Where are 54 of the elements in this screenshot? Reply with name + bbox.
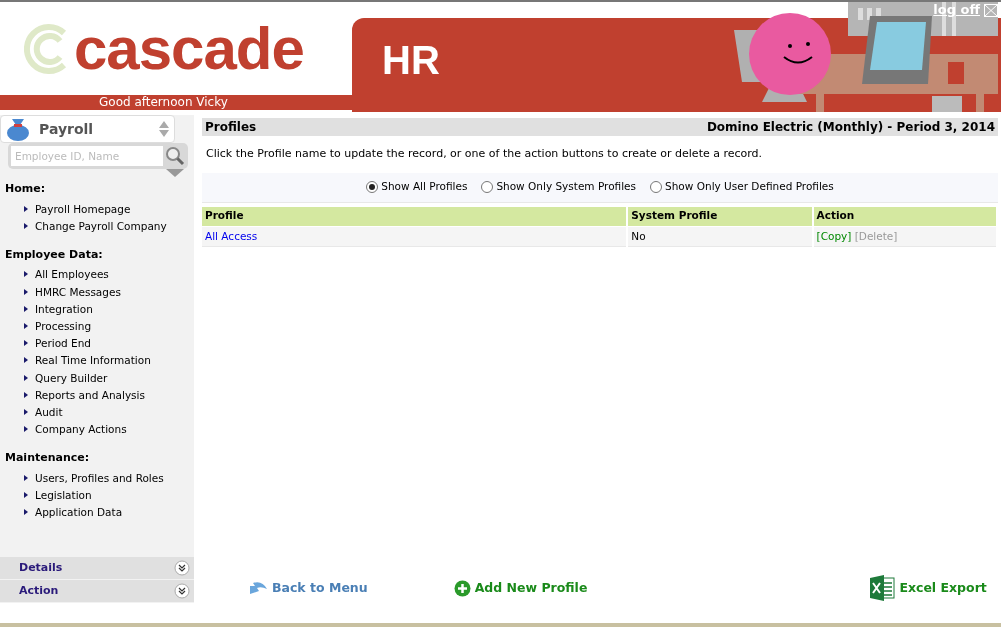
dropdown-arrow-icon[interactable] (166, 169, 184, 177)
sidebar-link[interactable]: Processing (0, 318, 194, 336)
sidebar-link[interactable]: Users, Profiles and Roles (0, 469, 194, 488)
radio-button[interactable] (481, 181, 494, 193)
sidebar-link[interactable]: Legislation (0, 487, 194, 505)
radio-label: Show Only User Defined Profiles (665, 179, 834, 195)
close-icon (984, 3, 998, 17)
radio-label: Show All Profiles (381, 179, 468, 195)
product-title: HR (382, 40, 440, 80)
table-cell: No (627, 226, 813, 247)
expand-icon (174, 583, 190, 599)
sidebar-link[interactable]: All Employees (0, 266, 194, 284)
search-icon[interactable] (165, 146, 185, 166)
sidebar-link[interactable]: Payroll Homepage (0, 200, 194, 218)
action-link: [Delete] (854, 229, 898, 242)
profile-link[interactable]: All Access (205, 229, 258, 242)
section-heading: Home: (5, 181, 47, 197)
logo-wordmark: cascade (74, 18, 304, 79)
section-heading: Employee Data: (5, 246, 104, 263)
up-down-arrows-icon (158, 120, 170, 138)
radio-label: Show Only System Profiles (496, 179, 637, 195)
money-bag-icon (5, 117, 31, 141)
sidebar-link[interactable]: Query Builder (0, 369, 194, 387)
page-title: Profiles (205, 119, 257, 136)
sidebar-link[interactable]: Change Payroll Company (0, 217, 194, 235)
sidebar-link[interactable]: Real Time Information (0, 352, 194, 370)
greeting-text: Good afternoon Vicky (99, 95, 228, 109)
search-field[interactable]: Employee ID, Name (11, 146, 163, 166)
column-header: System Profile (627, 206, 813, 227)
instruction-text: Click the Profile name to update the record, or one of the action buttons to create or delete a record. (206, 146, 764, 162)
sidebar-link[interactable]: Company Actions (0, 421, 194, 439)
sidebar-link[interactable]: Audit (0, 404, 194, 422)
column-header: Action (812, 206, 997, 227)
sidebar-link[interactable]: Application Data (0, 504, 194, 522)
sidebar-link[interactable]: HMRC Messages (0, 283, 194, 301)
module-selector[interactable]: Payroll (0, 115, 175, 143)
curved-arrow-icon (248, 580, 268, 596)
footer-action-link[interactable]: Excel Export (869, 575, 987, 601)
sidebar-link[interactable]: Period End (0, 335, 194, 353)
collapsible-panel-header[interactable]: Details (0, 557, 194, 579)
section-heading: Maintenance: (5, 450, 91, 467)
action-link[interactable]: [Copy] (816, 229, 852, 242)
collapsible-panel-header[interactable]: Action (0, 580, 194, 602)
sidebar-link[interactable]: Reports and Analysis (0, 386, 194, 405)
footer-action-link[interactable]: Add New Profile (453, 578, 588, 598)
footer-action-link[interactable]: Back to Menu (248, 578, 368, 598)
plus-circle-icon (453, 579, 471, 597)
expand-icon (174, 560, 190, 576)
sidebar-link[interactable]: Integration (0, 300, 194, 318)
column-header: Profile (202, 206, 628, 227)
radio-button[interactable] (366, 181, 379, 193)
company-period-text: Domino Electric (Monthly) - Period 3, 2014 (706, 119, 995, 136)
spreadsheet-icon (869, 575, 896, 601)
radio-button[interactable] (650, 181, 663, 193)
